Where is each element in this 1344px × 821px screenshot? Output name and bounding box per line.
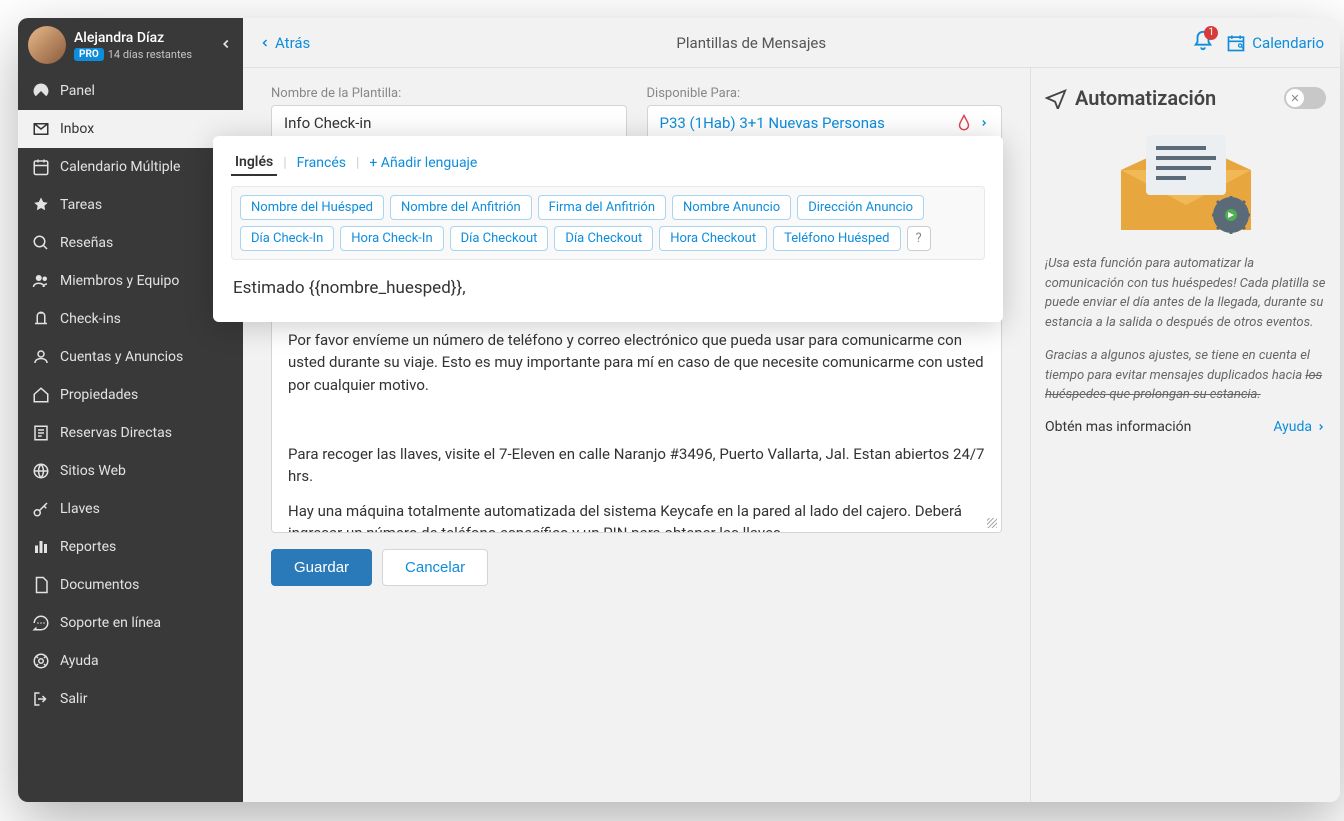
chip-guest-name[interactable]: Nombre del Huésped	[240, 195, 384, 220]
cancel-button[interactable]: Cancelar	[382, 549, 488, 586]
tab-french[interactable]: Francés	[293, 151, 350, 175]
chip-guest-phone[interactable]: Teléfono Huésped	[773, 226, 900, 251]
sidebar-item-accounts[interactable]: Cuentas y Anuncios	[18, 338, 243, 376]
automation-info-1: ¡Usa esta función para automatizar la co…	[1045, 254, 1326, 332]
sidebar-item-label: Inbox	[60, 121, 94, 137]
sidebar-item-reports[interactable]: Reportes	[18, 528, 243, 566]
sidebar-item-label: Reseñas	[60, 235, 113, 251]
sidebar-item-label: Ayuda	[60, 653, 99, 669]
sidebar-item-logout[interactable]: Salir	[18, 680, 243, 718]
user-sub: 14 días restantes	[108, 48, 192, 61]
available-for-label: Disponible Para:	[647, 86, 1003, 101]
chevron-right-icon	[1316, 422, 1326, 432]
airbnb-icon	[955, 114, 973, 132]
sidebar-item-reviews[interactable]: Reseñas	[18, 224, 243, 262]
sidebar-item-label: Reportes	[60, 539, 116, 555]
sidebar-item-label: Check-ins	[60, 311, 121, 327]
avatar[interactable]	[28, 26, 66, 64]
sidebar: Alejandra Díaz PRO 14 días restantes Pan…	[18, 18, 243, 802]
chip-checkin-day[interactable]: Día Check-In	[240, 226, 334, 251]
sidebar-item-documents[interactable]: Documentos	[18, 566, 243, 604]
automation-panel: Automatización ✕ ¡Usa esta fu	[1030, 68, 1340, 802]
resize-handle-icon[interactable]	[987, 518, 997, 528]
calendar-button[interactable]: Calendario	[1226, 33, 1324, 53]
sidebar-item-label: Llaves	[60, 501, 100, 517]
close-icon: ✕	[1290, 92, 1299, 105]
automation-toggle[interactable]: ✕	[1284, 87, 1326, 109]
language-variables-popover: Inglés | Francés | + Añadir lenguaje Nom…	[213, 136, 1003, 322]
chip-host-signature[interactable]: Firma del Anfitrión	[538, 195, 666, 220]
sidebar-item-label: Sitios Web	[60, 463, 126, 479]
sidebar-item-properties[interactable]: Propiedades	[18, 376, 243, 414]
envelope-illustration	[1045, 130, 1326, 240]
chip-checkout-day-2[interactable]: Día Checkout	[554, 226, 653, 251]
automation-title: Automatización	[1075, 86, 1276, 110]
save-button[interactable]: Guardar	[271, 549, 372, 586]
chip-checkout-time[interactable]: Hora Checkout	[659, 226, 767, 251]
airplane-icon	[1045, 87, 1067, 109]
automation-info-2: Gracias a algunos ajustes, se tiene en c…	[1045, 346, 1326, 405]
body-para: Hay una máquina totalmente automatizada …	[288, 500, 985, 534]
help-link[interactable]: Ayuda	[1273, 419, 1326, 435]
collapse-sidebar-icon[interactable]	[219, 36, 233, 55]
body-para	[288, 408, 985, 431]
sidebar-item-panel[interactable]: Panel	[18, 72, 243, 110]
sidebar-item-tasks[interactable]: Tareas	[18, 186, 243, 224]
sidebar-item-support[interactable]: Soporte en línea	[18, 604, 243, 642]
chip-listing-name[interactable]: Nombre Anuncio	[672, 195, 791, 220]
body-para: Por favor envíeme un número de teléfono …	[288, 329, 985, 397]
notification-badge: 1	[1204, 26, 1218, 40]
template-name-label: Nombre de la Plantilla:	[271, 86, 627, 101]
sidebar-item-label: Tareas	[60, 197, 102, 213]
body-para: Para recoger las llaves, visite el 7-Ele…	[288, 443, 985, 488]
sidebar-item-label: Cuentas y Anuncios	[60, 349, 183, 365]
sidebar-item-directbookings[interactable]: Reservas Directas	[18, 414, 243, 452]
chevron-right-icon	[979, 118, 989, 128]
back-button[interactable]: Atrás	[259, 34, 310, 52]
sidebar-item-label: Miembros y Equipo	[60, 273, 179, 289]
sidebar-item-multicalendar[interactable]: Calendario Múltiple	[18, 148, 243, 186]
sidebar-item-label: Soporte en línea	[60, 615, 161, 631]
tab-english[interactable]: Inglés	[231, 150, 277, 176]
variable-chips: Nombre del Huésped Nombre del Anfitrión …	[231, 186, 985, 260]
sidebar-item-checkins[interactable]: Check-ins	[18, 300, 243, 338]
back-label: Atrás	[275, 34, 310, 52]
sidebar-item-inbox[interactable]: Inbox	[18, 110, 243, 148]
sidebar-item-label: Calendario Múltiple	[60, 159, 180, 175]
more-info-label: Obtén mas información	[1045, 419, 1191, 435]
sidebar-item-keys[interactable]: Llaves	[18, 490, 243, 528]
user-name: Alejandra Díaz	[74, 30, 211, 46]
notifications-button[interactable]: 1	[1192, 30, 1214, 56]
sidebar-item-help[interactable]: Ayuda	[18, 642, 243, 680]
sidebar-item-websites[interactable]: Sitios Web	[18, 452, 243, 490]
chip-host-name[interactable]: Nombre del Anfitrión	[390, 195, 532, 220]
calendar-label: Calendario	[1252, 34, 1324, 52]
sidebar-item-label: Propiedades	[60, 387, 138, 403]
sidebar-item-label: Panel	[60, 83, 95, 99]
sidebar-item-team[interactable]: Miembros y Equipo	[18, 262, 243, 300]
user-block: Alejandra Díaz PRO 14 días restantes	[18, 18, 243, 72]
page-title: Plantillas de Mensajes	[310, 34, 1192, 52]
sidebar-item-label: Reservas Directas	[60, 425, 172, 441]
chip-listing-address[interactable]: Dirección Anuncio	[797, 195, 924, 220]
chip-checkin-time[interactable]: Hora Check-In	[340, 226, 443, 251]
tab-add-language[interactable]: + Añadir lenguaje	[365, 151, 481, 175]
header: Atrás Plantillas de Mensajes 1 Calendari…	[243, 18, 1340, 68]
chip-checkout-day[interactable]: Día Checkout	[450, 226, 549, 251]
chip-help[interactable]: ?	[907, 226, 931, 251]
sidebar-item-label: Documentos	[60, 577, 139, 593]
pro-badge: PRO	[74, 48, 104, 61]
sidebar-item-label: Salir	[60, 691, 87, 707]
message-preview[interactable]: Estimado {{nombre_huesped}},	[231, 274, 985, 302]
